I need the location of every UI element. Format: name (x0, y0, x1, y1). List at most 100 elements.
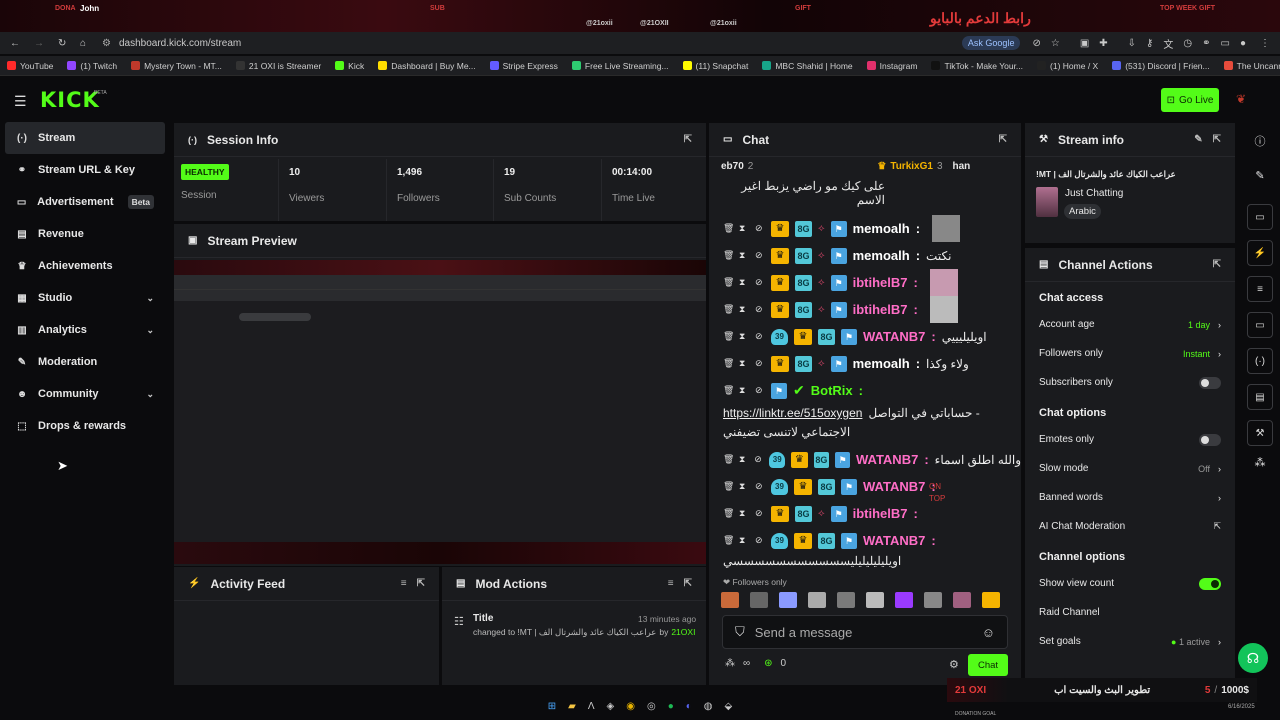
chat-username[interactable]: ibtihelB7 (853, 275, 908, 290)
delete-icon[interactable]: 🗑 (723, 508, 734, 519)
bookmark-item[interactable]: The Uncanny Count... (1217, 61, 1280, 71)
delete-icon[interactable]: 🗑 (723, 331, 734, 342)
delete-icon[interactable]: 🗑 (723, 481, 734, 492)
emote-icon[interactable] (953, 592, 971, 608)
sidebar-item-studio[interactable]: ▦ Studio ⌄ (0, 282, 170, 314)
points-icon[interactable]: ⁂ (725, 658, 735, 669)
ban-icon[interactable]: ⊘ (755, 304, 765, 315)
account-age-row[interactable]: Account age 1 day › (1025, 310, 1235, 339)
banned-words-row[interactable]: Banned words › (1025, 483, 1235, 512)
sidebar-item-community[interactable]: ☻ Community ⌄ (0, 378, 170, 410)
ban-icon[interactable]: ⊘ (755, 508, 765, 519)
popout-icon[interactable]: ⇱ (417, 578, 425, 589)
popout-icon[interactable]: ⇱ (999, 134, 1007, 145)
mod-item-user[interactable]: 21OXI (671, 627, 695, 638)
timeout-icon[interactable]: ⧗ (739, 535, 749, 546)
ask-google-button[interactable]: Ask Google (961, 36, 1021, 50)
more-icon[interactable]: ⁂ (1240, 456, 1280, 469)
popout-icon[interactable]: ⇱ (1213, 259, 1221, 270)
kick-logo[interactable]: KICK (40, 88, 100, 112)
timeout-icon[interactable]: ⧗ (739, 454, 748, 465)
extensions-icon[interactable]: ▣ (1080, 38, 1089, 49)
file-explorer-icon[interactable]: ▰ (568, 701, 576, 712)
sidebar-item-moderation[interactable]: ✎ Moderation (0, 346, 170, 378)
ban-icon[interactable]: ⊘ (755, 277, 765, 288)
ban-icon[interactable]: ⊘ (755, 385, 765, 396)
chat-widget-icon[interactable]: ▭ (1247, 312, 1273, 338)
app-icon[interactable]: Ʌ (588, 701, 595, 712)
timeout-icon[interactable]: ⧗ (739, 250, 749, 261)
chat-send-button[interactable]: Chat (968, 654, 1008, 676)
botrix-link[interactable]: https://linktr.ee/515oxygen (723, 404, 862, 423)
chat-username[interactable]: WATANB7 (863, 479, 925, 494)
sidebar-item-achievements[interactable]: ♛ Achievements (0, 250, 170, 282)
menu-icon[interactable]: ⋮ (1260, 38, 1270, 49)
home-icon[interactable]: ⌂ (80, 38, 92, 49)
chat-username[interactable]: WATANB7 (856, 452, 918, 467)
emote-icon[interactable] (924, 592, 942, 608)
emote-icon[interactable] (750, 592, 768, 608)
bookmark-item[interactable]: MBC Shahid | Home (755, 61, 859, 71)
category-thumbnail[interactable] (1036, 187, 1058, 217)
popout-icon[interactable]: ⇱ (684, 578, 692, 589)
translate-icon[interactable]: 文 (1163, 36, 1173, 51)
ban-icon[interactable]: ⊘ (755, 358, 765, 369)
subscribers-only-toggle[interactable] (1199, 376, 1221, 389)
ai-moderation-row[interactable]: AI Chat Moderation ⇱ (1025, 512, 1235, 541)
bookmark-item[interactable]: Kick (328, 61, 371, 71)
windows-start-icon[interactable]: ⊞ (548, 701, 556, 712)
sidebar-item-revenue[interactable]: ▤ Revenue (0, 218, 170, 250)
emotes-only-toggle[interactable] (1199, 433, 1221, 446)
ban-icon[interactable]: ⊘ (755, 331, 765, 342)
history-icon[interactable]: ◷ (1183, 38, 1192, 49)
emote-icon[interactable] (895, 592, 913, 608)
chat-username[interactable]: ibtihelB7 (853, 302, 908, 317)
download-icon[interactable]: ⇩ (1128, 38, 1136, 49)
star-icon[interactable]: ☆ (1051, 38, 1060, 49)
chat-username[interactable]: BotRix (811, 383, 853, 398)
discord-icon[interactable]: ◐ (686, 701, 692, 712)
chat-username[interactable]: memoalh (853, 248, 910, 263)
timeout-icon[interactable]: ⧗ (739, 223, 749, 234)
key-icon[interactable]: ⚷ (1146, 38, 1153, 49)
bookmark-item[interactable]: Mystery Town - MT... (124, 61, 229, 71)
stream-category[interactable]: Just Chatting (1065, 188, 1123, 199)
back-icon[interactable]: ← (10, 38, 22, 49)
edit-icon[interactable]: ✎ (1194, 134, 1202, 145)
bookmark-item[interactable]: (11) Snapchat (676, 61, 756, 71)
app-icon-2[interactable]: ◈ (607, 701, 615, 712)
forward-icon[interactable]: → (34, 38, 46, 49)
ban-icon[interactable]: ⊘ (755, 481, 765, 492)
sidebar-item-advertisement[interactable]: ▭ Advertisement Beta (0, 186, 170, 218)
info-icon[interactable]: ⓘ (1240, 133, 1280, 149)
emote-icon[interactable]: ☺ (982, 625, 995, 640)
hamburger-icon[interactable]: ☰ (14, 93, 27, 110)
chat-username[interactable]: WATANB7 (863, 533, 925, 548)
chat-username[interactable]: memoalh (853, 356, 910, 371)
chrome-icon[interactable]: ◉ (626, 701, 635, 712)
raid-channel-row[interactable]: Raid Channel (1025, 598, 1235, 627)
ban-icon[interactable]: ⊘ (755, 250, 765, 261)
sidebar-item-stream-url-key[interactable]: ⚭ Stream URL & Key (0, 154, 170, 186)
timeout-icon[interactable]: ⧗ (739, 331, 749, 342)
delete-icon[interactable]: 🗑 (723, 223, 734, 234)
reload-icon[interactable]: ↻ (58, 38, 70, 49)
mod-widget-icon[interactable]: ≡ (1247, 276, 1273, 302)
ban-icon[interactable]: ⊘ (755, 223, 765, 234)
chat-username[interactable]: ibtihelB7 (853, 506, 908, 521)
emote-icon[interactable] (866, 592, 884, 608)
timeout-icon[interactable]: ⧗ (739, 358, 749, 369)
chat-username[interactable]: WATANB7 (863, 329, 925, 344)
broadcast-widget-icon[interactable]: (·) (1247, 348, 1273, 374)
emote-icon[interactable] (721, 592, 739, 608)
link-icon[interactable]: ⚭ (1202, 38, 1210, 49)
delete-icon[interactable]: 🗑 (723, 277, 734, 288)
stream-video-player[interactable] (174, 260, 706, 564)
delete-icon[interactable]: 🗑 (723, 304, 734, 315)
sidebar-item-analytics[interactable]: ▥ Analytics ⌄ (0, 314, 170, 346)
emote-icon[interactable] (808, 592, 826, 608)
puzzle-icon[interactable]: ✚ (1099, 38, 1107, 49)
popout-icon[interactable]: ⇱ (1213, 134, 1221, 145)
go-live-button[interactable]: ⊡ Go Live (1161, 88, 1219, 112)
delete-icon[interactable]: 🗑 (723, 358, 734, 369)
